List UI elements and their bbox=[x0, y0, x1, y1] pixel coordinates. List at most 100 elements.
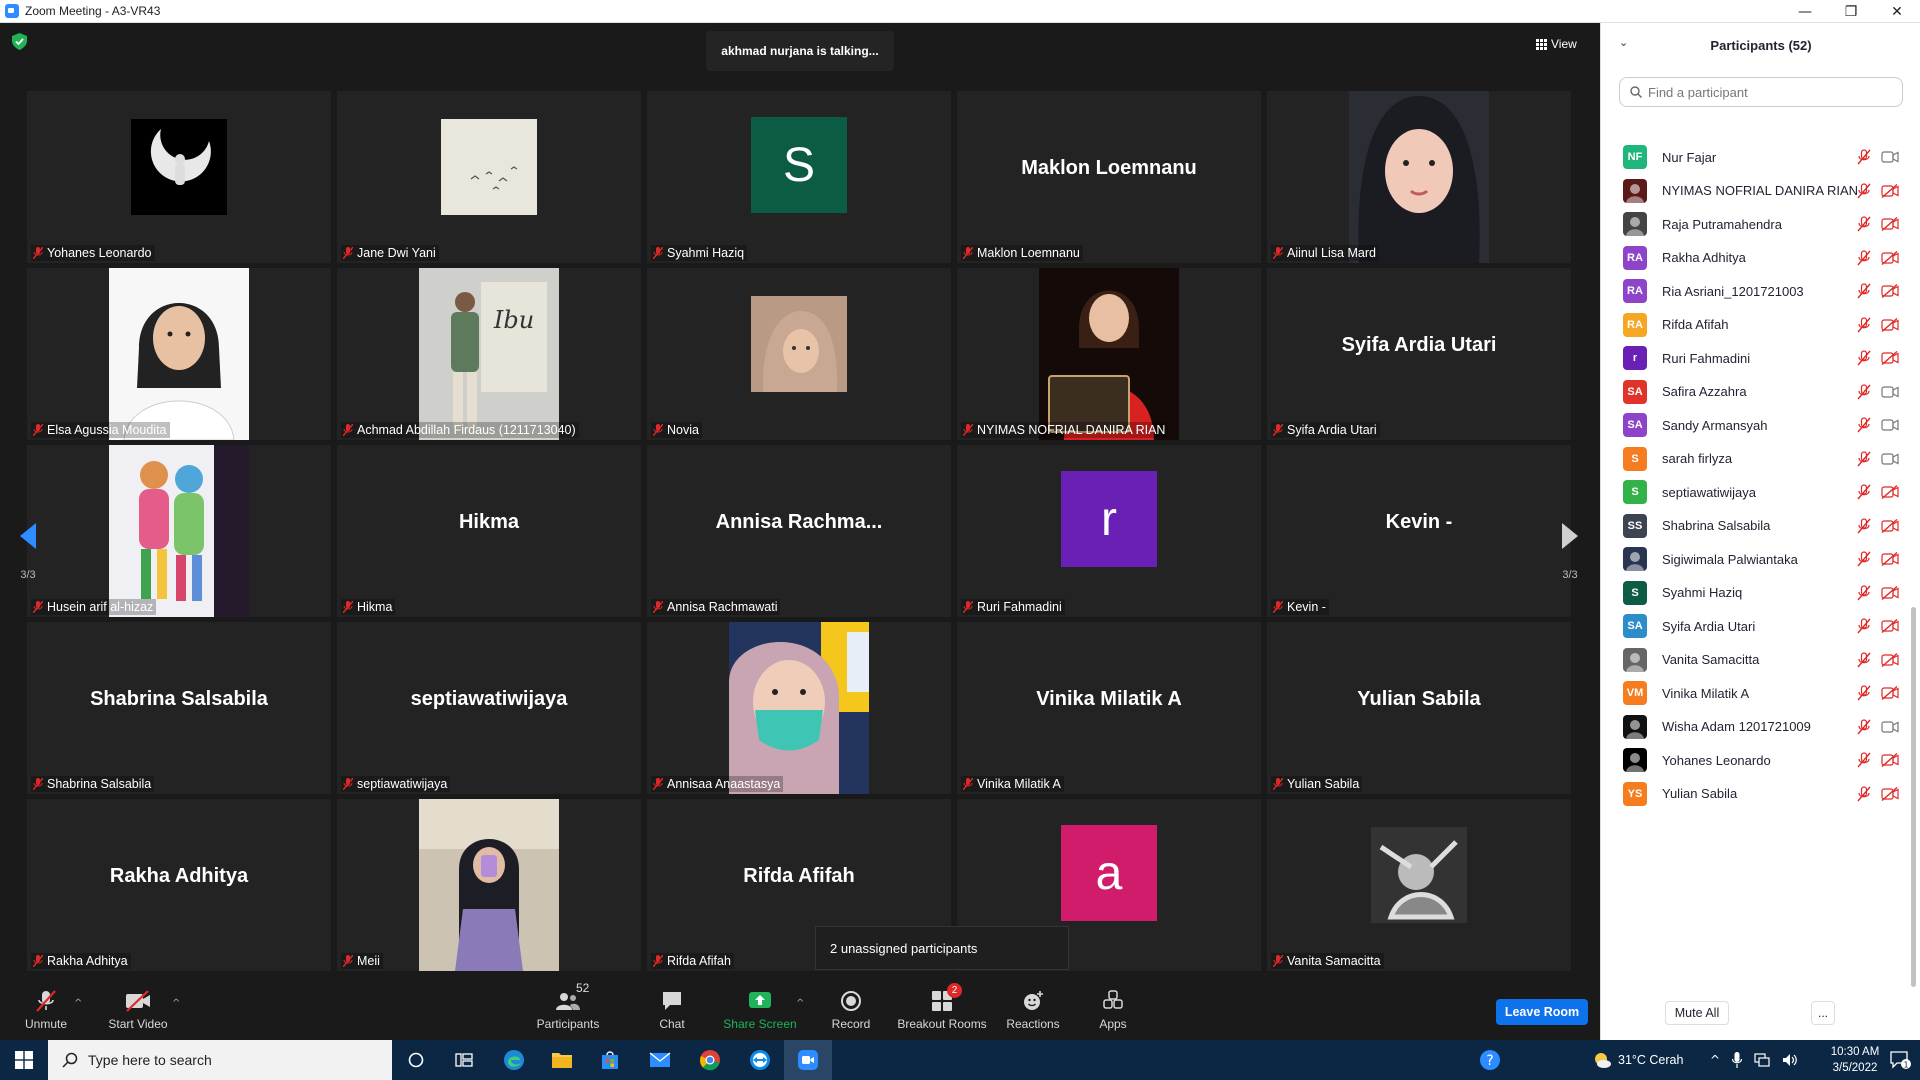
mail-button[interactable] bbox=[636, 1040, 684, 1080]
video-camera-off-icon[interactable] bbox=[1881, 518, 1899, 533]
video-camera-off-icon[interactable] bbox=[1881, 183, 1899, 198]
edge-button[interactable] bbox=[490, 1040, 538, 1080]
video-tile[interactable]: Shabrina Salsabila Shabrina Salsabila bbox=[27, 622, 331, 794]
video-tile[interactable]: S Syahmi Haziq bbox=[647, 91, 951, 263]
teamviewer-button[interactable] bbox=[736, 1040, 784, 1080]
muted-mic-icon[interactable] bbox=[1857, 785, 1871, 802]
video-tile[interactable]: Rakha Adhitya Rakha Adhitya bbox=[27, 799, 331, 971]
video-camera-off-icon[interactable] bbox=[1881, 753, 1899, 767]
participant-row[interactable]: YS Yulian Sabila bbox=[1601, 773, 1913, 814]
next-page-button[interactable]: 3/3 bbox=[1552, 488, 1588, 616]
shield-icon[interactable] bbox=[12, 33, 27, 50]
video-tile[interactable]: Syifa Ardia Utari Syifa Ardia Utari bbox=[1267, 268, 1571, 440]
muted-mic-icon[interactable] bbox=[1857, 417, 1871, 433]
video-tile[interactable]: Hikma Hikma bbox=[337, 445, 641, 617]
video-camera-off-icon[interactable] bbox=[1881, 250, 1899, 265]
apps-button[interactable]: Apps bbox=[1097, 980, 1129, 1040]
muted-mic-icon[interactable] bbox=[1857, 752, 1871, 768]
video-options-caret[interactable]: ^ bbox=[172, 998, 180, 1009]
muted-mic-icon[interactable] bbox=[1857, 551, 1871, 567]
video-tile[interactable]: Yulian Sabila Yulian Sabila bbox=[1267, 622, 1571, 794]
video-camera-off-icon[interactable] bbox=[1881, 351, 1899, 365]
previous-page-button[interactable]: 3/3 bbox=[10, 488, 46, 616]
video-camera-off-icon[interactable] bbox=[1881, 117, 1899, 131]
maximize-button[interactable]: ❐ bbox=[1828, 0, 1874, 23]
participants-button[interactable]: 52 Participants bbox=[532, 980, 604, 1040]
file-explorer-button[interactable] bbox=[538, 1040, 586, 1080]
video-camera-off-icon[interactable] bbox=[1881, 485, 1899, 499]
participant-search-input[interactable]: Find a participant bbox=[1619, 77, 1903, 107]
video-tile[interactable]: Husein arif al-hizaz bbox=[27, 445, 331, 617]
muted-mic-icon[interactable] bbox=[1857, 350, 1871, 366]
video-tile[interactable]: Annisa Rachma... Annisa Rachmawati bbox=[647, 445, 951, 617]
video-tile[interactable]: Aiinul Lisa Mard bbox=[1267, 91, 1571, 263]
video-tile[interactable]: Vanita Samacitta bbox=[1267, 799, 1571, 971]
muted-mic-icon[interactable] bbox=[1857, 249, 1871, 266]
muted-mic-icon[interactable] bbox=[1857, 618, 1871, 634]
chevron-down-icon[interactable]: ⌄ bbox=[1619, 36, 1628, 49]
cortana-button[interactable] bbox=[392, 1040, 440, 1080]
video-camera-icon[interactable] bbox=[1881, 385, 1899, 399]
muted-mic-icon[interactable] bbox=[1857, 149, 1871, 165]
video-tile[interactable]: Jane Dwi Yani bbox=[337, 91, 641, 263]
video-camera-off-icon[interactable] bbox=[1881, 652, 1899, 667]
scrollbar-thumb[interactable] bbox=[1911, 607, 1916, 987]
video-tile[interactable]: Kevin - Kevin - bbox=[1267, 445, 1571, 617]
unassigned-participants-tooltip[interactable]: 2 unassigned participants bbox=[815, 926, 1069, 970]
video-camera-icon[interactable] bbox=[1881, 452, 1899, 466]
video-tile[interactable]: Ibu Achmad Abdillah Firdaus (1211713040) bbox=[337, 268, 641, 440]
mute-all-button[interactable]: Mute All bbox=[1665, 1001, 1729, 1025]
minimize-button[interactable]: — bbox=[1782, 0, 1828, 23]
video-tile[interactable]: Vinika Milatik A Vinika Milatik A bbox=[957, 622, 1261, 794]
share-options-caret[interactable]: ^ bbox=[796, 998, 804, 1009]
muted-mic-icon[interactable] bbox=[1857, 383, 1871, 400]
video-camera-icon[interactable] bbox=[1881, 720, 1899, 734]
muted-mic-icon[interactable] bbox=[1857, 283, 1871, 299]
task-view-button[interactable] bbox=[440, 1040, 488, 1080]
close-button[interactable]: ✕ bbox=[1874, 0, 1920, 23]
video-camera-off-icon[interactable] bbox=[1881, 552, 1899, 566]
video-tile[interactable]: Yohanes Leonardo bbox=[27, 91, 331, 263]
video-tile[interactable]: Elsa Agussia Moudita bbox=[27, 268, 331, 440]
start-button[interactable] bbox=[0, 1040, 48, 1080]
video-camera-icon[interactable] bbox=[1881, 418, 1899, 432]
muted-mic-icon[interactable] bbox=[1857, 216, 1871, 232]
network-icon[interactable] bbox=[1754, 1053, 1770, 1067]
video-camera-off-icon[interactable] bbox=[1881, 786, 1899, 801]
video-camera-off-icon[interactable] bbox=[1881, 619, 1899, 633]
video-camera-off-icon[interactable] bbox=[1881, 686, 1899, 700]
video-camera-icon[interactable] bbox=[1881, 150, 1899, 164]
share-screen-button[interactable]: Share Screen bbox=[722, 980, 798, 1040]
help-button[interactable]: ? bbox=[1466, 1040, 1514, 1080]
microphone-icon[interactable] bbox=[1732, 1052, 1743, 1068]
muted-mic-icon[interactable] bbox=[1857, 116, 1871, 132]
chevron-up-icon[interactable]: ^ bbox=[1710, 1053, 1720, 1067]
taskbar-search-input[interactable]: Type here to search bbox=[48, 1040, 392, 1080]
weather-widget[interactable]: 31°C Cerah bbox=[1592, 1040, 1683, 1080]
muted-mic-icon[interactable] bbox=[1857, 517, 1871, 534]
breakout-rooms-button[interactable]: 2 Breakout Rooms bbox=[897, 980, 987, 1040]
video-camera-off-icon[interactable] bbox=[1881, 217, 1899, 231]
view-button[interactable]: View bbox=[1536, 31, 1590, 57]
muted-mic-icon[interactable] bbox=[1857, 182, 1871, 199]
volume-icon[interactable] bbox=[1782, 1053, 1798, 1067]
muted-mic-icon[interactable] bbox=[1857, 450, 1871, 467]
video-camera-off-icon[interactable] bbox=[1881, 284, 1899, 298]
muted-mic-icon[interactable] bbox=[1857, 484, 1871, 500]
participant-row[interactable]: Novia bbox=[1601, 116, 1913, 144]
leave-room-button[interactable]: Leave Room bbox=[1496, 999, 1588, 1025]
clock[interactable]: 10:30 AM 3/5/2022 bbox=[1825, 1040, 1885, 1080]
video-tile[interactable]: Meii bbox=[337, 799, 641, 971]
video-camera-off-icon[interactable] bbox=[1881, 585, 1899, 600]
audio-options-caret[interactable]: ^ bbox=[74, 998, 82, 1009]
muted-mic-icon[interactable] bbox=[1857, 316, 1871, 333]
notifications-button[interactable]: 1 bbox=[1880, 1040, 1920, 1080]
muted-mic-icon[interactable] bbox=[1857, 584, 1871, 601]
muted-mic-icon[interactable] bbox=[1857, 718, 1871, 735]
zoom-taskbar-button[interactable] bbox=[784, 1040, 832, 1080]
muted-mic-icon[interactable] bbox=[1857, 685, 1871, 701]
video-tile[interactable]: Maklon Loemnanu Maklon Loemnanu bbox=[957, 91, 1261, 263]
store-button[interactable] bbox=[586, 1040, 634, 1080]
chrome-button[interactable] bbox=[686, 1040, 734, 1080]
reactions-button[interactable]: Reactions bbox=[1006, 980, 1060, 1040]
